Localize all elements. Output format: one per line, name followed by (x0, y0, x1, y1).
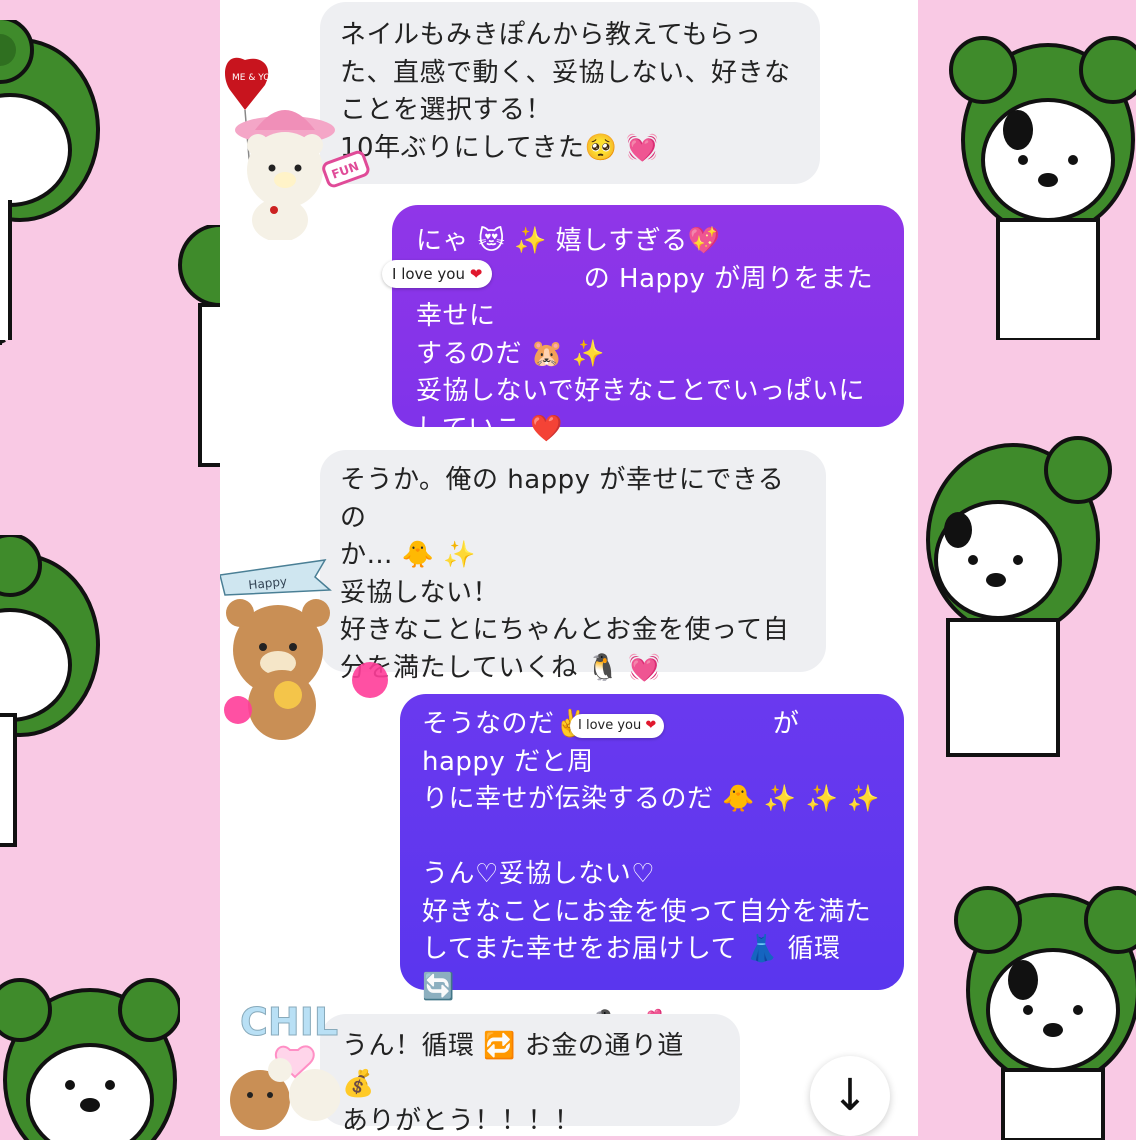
outgoing-message[interactable]: そうなのだ✌️ が happy だと周 りに幸せが伝染するのだ 🐥 ✨ ✨ ✨ … (400, 694, 904, 1039)
frog-dog-sticker (0, 978, 180, 1140)
bear-balloon-sticker: ME & YOU FUN (225, 57, 370, 240)
outgoing-message[interactable]: にゃ 😻 ✨ 嬉しすぎる💖 の Happy が周りをまた幸せに するのだ 🐹 ✨… (392, 205, 904, 444)
frog-dog-sticker (0, 535, 100, 847)
love-reaction-badge: I love you ❤ (382, 260, 493, 288)
frog-dog-sticker (954, 886, 1136, 1140)
scroll-to-bottom-button[interactable]: ↓ (810, 1056, 890, 1136)
reaction-label: I love you (392, 265, 465, 283)
frog-dog-sticker (949, 36, 1136, 340)
bear-chill-sticker: CHILL (230, 1000, 340, 1130)
bear-happy-sticker: Happy (220, 559, 388, 740)
frog-dog-sticker (926, 436, 1112, 757)
heart-icon: ❤ (469, 265, 483, 283)
right-background (918, 0, 1136, 1140)
arrow-down-icon: ↓ (831, 1070, 869, 1121)
heart-icon: ❤ (645, 718, 657, 733)
left-background (0, 0, 230, 1140)
sticker-text: ME & YOU (232, 73, 277, 83)
sticker-text: CHILL (240, 1000, 340, 1044)
frog-dog-sticker (0, 20, 100, 345)
incoming-message[interactable]: ネイルもみきぽんから教えてもらっ た、直感で動く、妥協しない、好きな ことを選択… (320, 2, 820, 184)
love-reaction-badge: I love you ❤ (570, 714, 665, 738)
incoming-message[interactable]: うん！循環 🔁 お金の通り道 💰 ありがとう！！！！ (320, 1014, 740, 1136)
chat-thread[interactable]: ネイルもみきぽんから教えてもらっ た、直感で動く、妥協しない、好きな ことを選択… (220, 0, 918, 1136)
reaction-label: I love you (578, 718, 642, 733)
